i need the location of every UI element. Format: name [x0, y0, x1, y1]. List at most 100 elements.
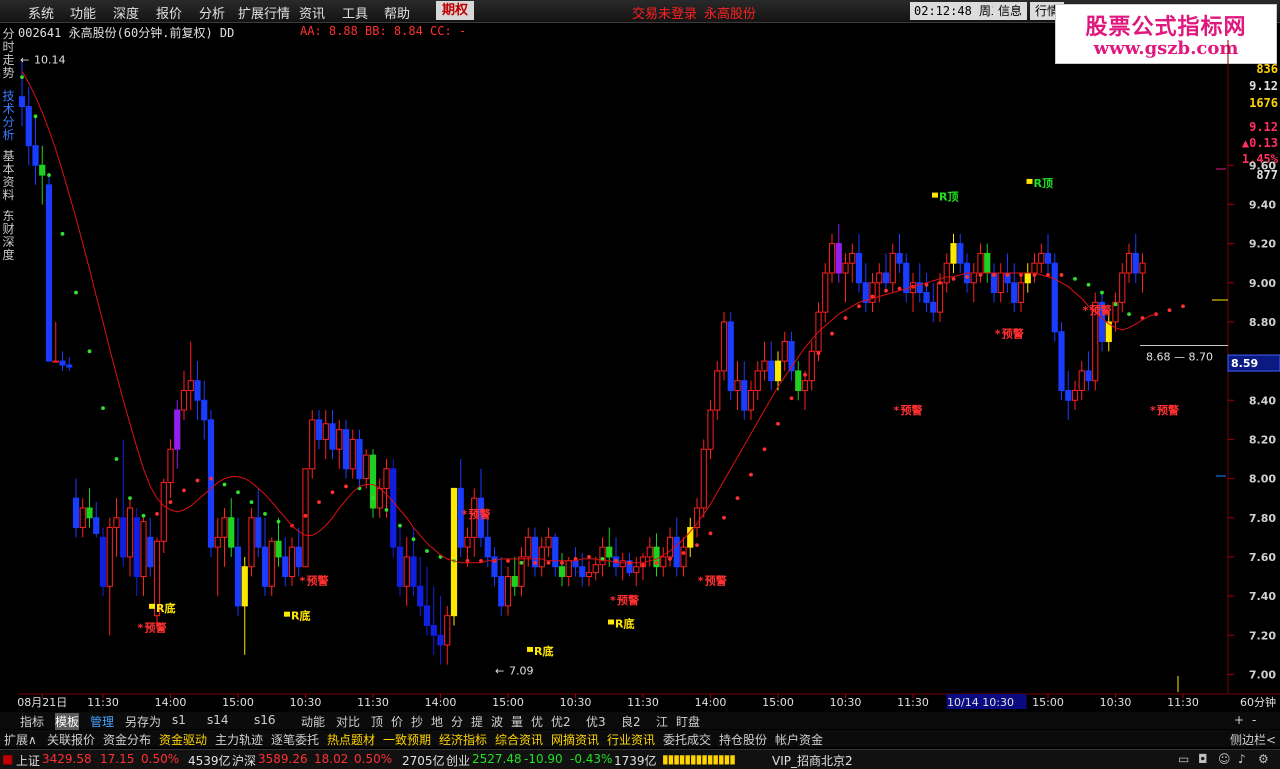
- candle-body: [106, 527, 113, 587]
- aa-dot: [519, 560, 524, 565]
- toolbar-item-6[interactable]: s16: [254, 713, 276, 727]
- candle-body: [774, 360, 782, 382]
- info-tab-0[interactable]: 扩展∧: [4, 731, 37, 748]
- toolbar-item-5[interactable]: s14: [207, 713, 229, 727]
- toolbar-item-4[interactable]: s1: [172, 713, 186, 727]
- hs-label[interactable]: 沪深: [232, 752, 256, 769]
- x-tick-label: 11:30: [87, 696, 119, 709]
- info-tab-8[interactable]: 经济指标: [439, 731, 487, 748]
- candle-body: [842, 262, 849, 274]
- aa-dot: [681, 551, 686, 555]
- warning-label: 预警: [1157, 403, 1179, 417]
- candle-body: [174, 409, 181, 450]
- toolbar-item-21[interactable]: 江: [656, 713, 668, 730]
- cy-value: 2527.48: [472, 752, 522, 766]
- lock-icon[interactable]: ◘: [1198, 752, 1208, 766]
- toolbar-item-1[interactable]: 模板: [55, 713, 80, 730]
- speaker-icon[interactable]: ♪: [1238, 752, 1246, 766]
- candle-body: [592, 564, 599, 574]
- info-tab-14[interactable]: 帐户资金: [775, 731, 823, 748]
- y-tick-label: 9.20: [1249, 238, 1276, 251]
- candle-body: [484, 536, 491, 558]
- aa-dot: [317, 500, 321, 504]
- toolbar-item-13[interactable]: 分: [451, 713, 463, 730]
- sh-label[interactable]: 上证: [16, 752, 40, 769]
- candle-body: [336, 429, 343, 450]
- toolbar-item-18[interactable]: 优2: [551, 713, 571, 730]
- info-tab-9[interactable]: 综合资讯: [495, 731, 543, 748]
- candle-body: [18, 96, 26, 108]
- settings-icon[interactable]: ⚙: [1258, 752, 1269, 766]
- toolbar-item-17[interactable]: 优: [531, 713, 543, 730]
- warning-icon: *: [1083, 304, 1089, 317]
- aa-dot: [344, 484, 348, 489]
- info-tab-10[interactable]: 网摘资讯: [551, 731, 599, 748]
- candle-body: [646, 546, 653, 558]
- candle-body: [342, 429, 350, 470]
- bottom-signal-label: R底: [291, 609, 310, 623]
- toolbar-item-22[interactable]: 盯盘: [676, 713, 700, 730]
- info-tab-3[interactable]: 资金驱动: [159, 731, 207, 748]
- zoom-in-button[interactable]: +: [1234, 713, 1244, 727]
- candle-body: [295, 546, 302, 568]
- zoom-out-button[interactable]: -: [1252, 713, 1256, 727]
- keyboard-icon[interactable]: ▭: [1178, 752, 1189, 766]
- toolbar-item-10[interactable]: 价: [391, 713, 403, 730]
- toolbar-item-0[interactable]: 指标: [20, 713, 44, 730]
- candle-body: [194, 380, 201, 401]
- candle-body: [356, 438, 363, 480]
- info-tabs-bar: 扩展∧ 关联报价 资金分布 资金驱动 主力轨迹 逐笔委托 热点题材 一致预期 经济指标 综合资讯网…: [0, 730, 1280, 747]
- candle-body: [79, 507, 86, 529]
- info-tab-6[interactable]: 热点题材: [327, 731, 375, 748]
- status-bar: ■ 上证 3429.58 17.15 0.50% 4539亿 沪深 3589.2…: [0, 749, 1280, 769]
- candle-body: [275, 540, 282, 558]
- info-tab-5[interactable]: 逐笔委托: [271, 731, 319, 748]
- user-icon[interactable]: ☺: [1218, 752, 1231, 766]
- hs-value: 3589.26: [258, 752, 308, 766]
- candle-body: [383, 468, 390, 489]
- aa-dot: [195, 478, 200, 483]
- warning-icon: *: [138, 621, 144, 634]
- candlestick-chart[interactable]: R底R底R底R底R顶R顶* 预警* 预警* 预警* 预警* 预警* 预警* 预警* 预警* 预警 …: [0, 0, 1280, 710]
- candle-body: [828, 243, 836, 274]
- toolbar-item-9[interactable]: 顶: [371, 713, 383, 730]
- sh-amount: 4539亿: [188, 754, 231, 768]
- candle-body: [720, 321, 728, 372]
- warning-icon: *: [1150, 404, 1156, 417]
- info-tab-1[interactable]: 关联报价: [47, 731, 95, 748]
- warning-icon: *: [894, 404, 900, 417]
- info-tab-2[interactable]: 资金分布: [103, 731, 151, 748]
- toolbar-item-15[interactable]: 波: [491, 713, 503, 730]
- toolbar-item-19[interactable]: 优3: [586, 713, 606, 730]
- sidebar-toggle[interactable]: 侧边栏<: [1230, 731, 1276, 748]
- broker-server[interactable]: VIP_招商北京2: [772, 752, 853, 769]
- toolbar-item-2[interactable]: 管理: [90, 713, 114, 730]
- cy-label[interactable]: 创业: [446, 752, 470, 769]
- candle-body: [741, 380, 748, 411]
- aa-dot: [654, 560, 659, 565]
- toolbar-item-8[interactable]: 对比: [336, 713, 360, 730]
- y-tick-label: 9.60: [1249, 159, 1276, 172]
- aa-dot: [789, 396, 794, 401]
- aa-dot: [1167, 308, 1172, 313]
- info-tab-4[interactable]: 主力轨迹: [215, 731, 263, 748]
- y-tick-label: 7.40: [1249, 590, 1276, 603]
- candle-body: [32, 145, 39, 166]
- toolbar-item-16[interactable]: 量: [511, 713, 523, 730]
- info-tab-11[interactable]: 行业资讯: [607, 731, 655, 748]
- candle-body: [59, 360, 66, 366]
- aa-dot: [1086, 282, 1091, 287]
- candle-body: [52, 360, 59, 363]
- info-tab-13[interactable]: 持仓股份: [719, 731, 767, 748]
- toolbar-item-3[interactable]: 另存为: [125, 713, 161, 730]
- info-tab-12[interactable]: 委托成交: [663, 731, 711, 748]
- toolbar-item-11[interactable]: 抄: [411, 713, 423, 730]
- candle-body: [660, 556, 667, 568]
- aa-dot: [411, 537, 416, 542]
- warning-label: 预警: [1002, 327, 1024, 341]
- info-tab-7[interactable]: 一致预期: [383, 731, 431, 748]
- toolbar-item-14[interactable]: 提: [471, 713, 483, 730]
- toolbar-item-20[interactable]: 良2: [621, 713, 641, 730]
- toolbar-item-12[interactable]: 地: [431, 713, 443, 730]
- toolbar-item-7[interactable]: 动能: [301, 713, 325, 730]
